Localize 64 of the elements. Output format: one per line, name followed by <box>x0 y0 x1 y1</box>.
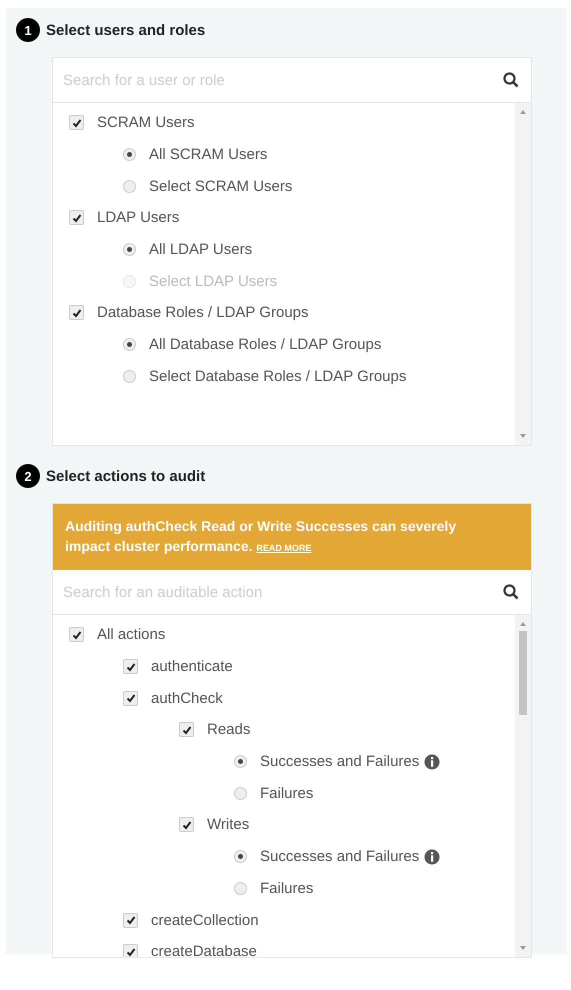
option-label: Writes <box>207 816 250 834</box>
option-label: Database Roles / LDAP Groups <box>97 304 309 322</box>
scroll-down-icon <box>519 433 527 439</box>
checkbox[interactable] <box>69 627 84 642</box>
radio-button[interactable] <box>234 850 247 864</box>
check-icon <box>70 212 82 224</box>
radio-button[interactable] <box>234 755 247 768</box>
option-label: authenticate <box>151 658 233 676</box>
checkbox[interactable] <box>69 115 84 130</box>
check-icon <box>70 116 82 129</box>
check-icon <box>70 628 82 641</box>
check-icon <box>124 914 136 926</box>
option-label: SCRAM Users <box>97 114 195 132</box>
scroll-up-icon <box>519 621 527 627</box>
radio-button[interactable] <box>123 338 136 352</box>
radio-button[interactable] <box>234 786 247 800</box>
check-icon <box>180 724 192 736</box>
search-icon <box>503 72 519 88</box>
section-title: Select actions to audit <box>46 468 206 484</box>
check-icon <box>124 692 136 704</box>
check-icon <box>124 946 136 957</box>
step-number: 2 <box>16 464 40 488</box>
check-icon <box>70 306 82 319</box>
option-label: All actions <box>97 626 166 644</box>
scroll-down-icon <box>519 945 527 951</box>
scroll-up-icon <box>519 109 527 115</box>
radio-button[interactable] <box>123 370 136 383</box>
checkbox[interactable] <box>123 659 138 674</box>
option-label: createCollection <box>151 912 259 929</box>
read-more-link[interactable]: READ MORE <box>256 543 312 553</box>
scrollbar[interactable] <box>515 615 531 957</box>
check-icon <box>180 818 192 831</box>
option-label: createDatabase <box>151 943 257 957</box>
option-label: Select SCRAM Users <box>149 178 292 195</box>
option-label: Successes and Failures <box>260 753 420 770</box>
option-label: All LDAP Users <box>149 241 252 258</box>
radio-button[interactable] <box>234 882 247 895</box>
option-label: Select LDAP Users <box>149 272 278 290</box>
check-icon <box>124 660 136 673</box>
checkbox[interactable] <box>179 817 194 832</box>
option-label: Successes and Failures <box>260 848 420 866</box>
option-label: Reads <box>207 721 250 738</box>
option-label: All SCRAM Users <box>149 146 268 164</box>
section-title: Select users and roles <box>46 22 206 38</box>
checkbox[interactable] <box>69 210 84 226</box>
search-icon <box>503 584 519 600</box>
checkbox[interactable] <box>179 722 194 738</box>
checkbox[interactable] <box>69 305 84 320</box>
radio-button[interactable] <box>123 243 136 256</box>
checkbox[interactable] <box>123 944 138 957</box>
option-label: Failures <box>260 784 314 802</box>
scrollbar-thumb[interactable] <box>519 631 527 715</box>
option-label: authCheck <box>151 690 223 707</box>
warning-text: Auditing authCheck Read or Write Successes can severely impact cluster performance. READ MORE <box>65 518 456 554</box>
option-label: LDAP Users <box>97 209 180 226</box>
radio-button[interactable] <box>123 180 136 193</box>
checkbox[interactable] <box>123 690 138 706</box>
option-label: Select Database Roles / LDAP Groups <box>149 368 406 385</box>
scrollbar[interactable] <box>515 103 531 445</box>
option-label: All Database Roles / LDAP Groups <box>149 336 382 354</box>
step-number: 1 <box>16 18 40 42</box>
radio-button[interactable] <box>123 148 136 162</box>
option-label: Failures <box>260 880 314 897</box>
checkbox[interactable] <box>123 912 138 928</box>
